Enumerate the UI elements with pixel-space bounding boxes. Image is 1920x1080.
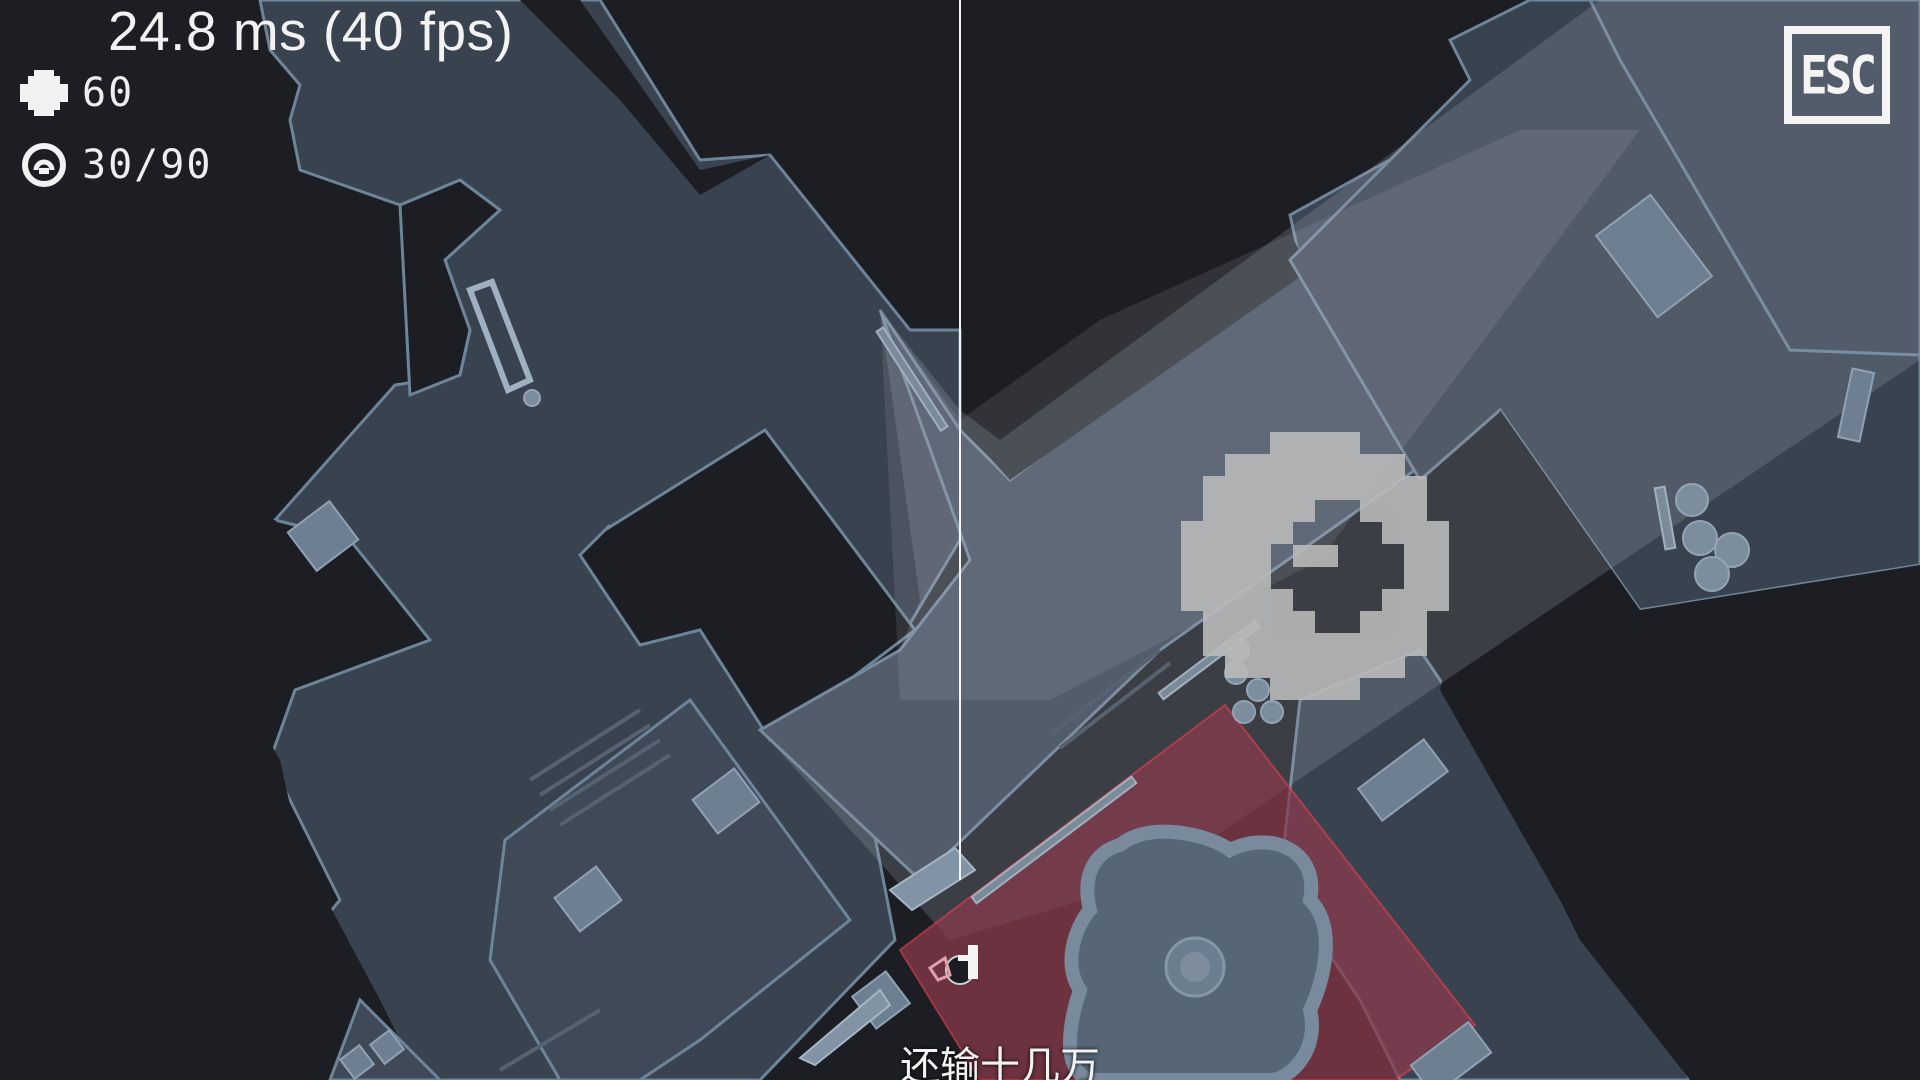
level-map [0, 0, 1920, 1080]
subtitle-text: 还输十几万 [900, 1044, 1100, 1080]
subtitle: 还输十几万 [0, 1034, 1920, 1080]
health-value: 60 [82, 70, 135, 116]
esc-pause-button[interactable]: ESC [1784, 26, 1890, 124]
health-cross-icon [20, 70, 68, 116]
esc-pause-icon: ESC [1799, 43, 1877, 107]
ammo-target-icon [22, 143, 66, 187]
frame-time-readout: 24.8 ms (40 fps) [108, 0, 514, 62]
game-viewport[interactable]: 24.8 ms (40 fps) 60 30/90 ESC 还输十几万 [0, 0, 1920, 1080]
health-stat: 60 [18, 68, 134, 118]
ammo-value: 30/90 [82, 142, 213, 188]
ammo-stat: 30/90 [18, 140, 212, 190]
